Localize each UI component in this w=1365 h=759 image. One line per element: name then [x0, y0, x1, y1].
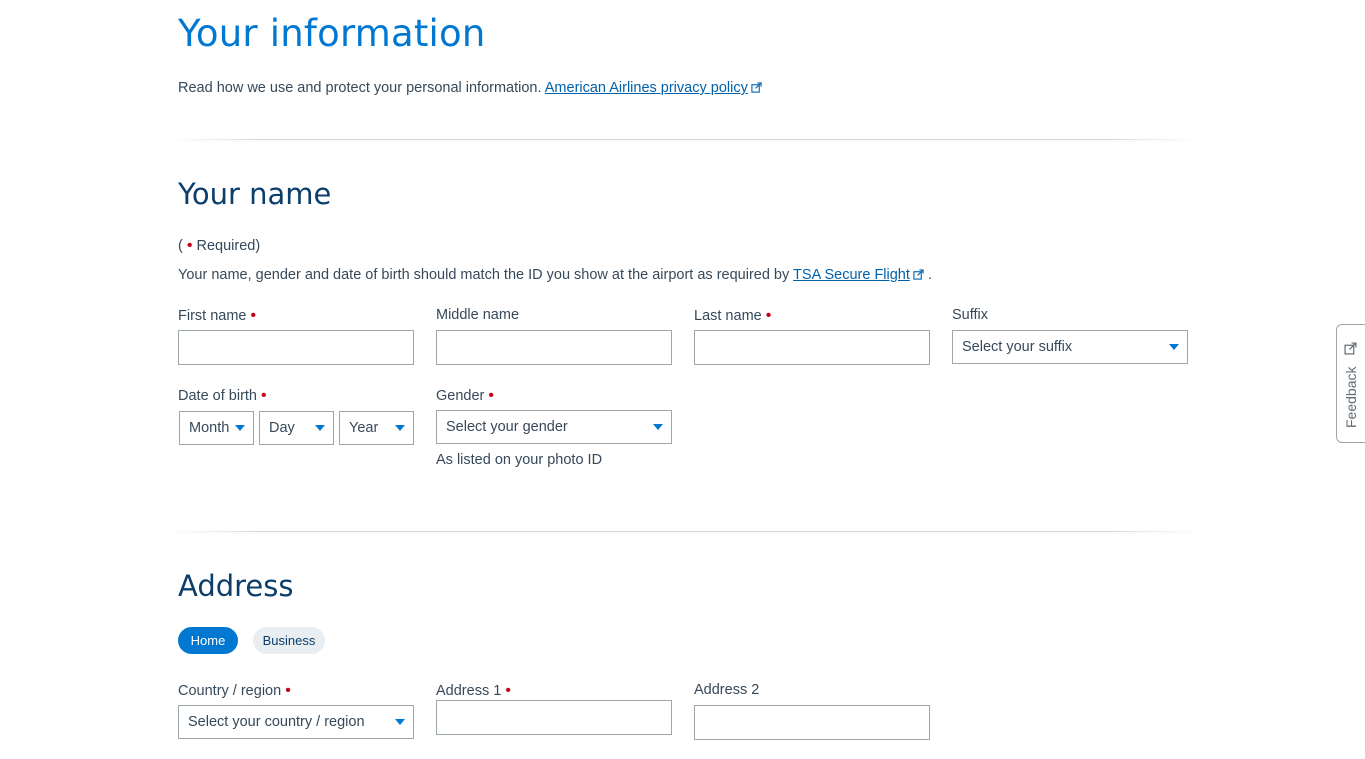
chevron-down-icon: [395, 425, 405, 431]
your-name-heading: Your name: [178, 177, 332, 211]
privacy-note: Read how we use and protect your persona…: [178, 80, 762, 96]
chevron-down-icon: [315, 425, 325, 431]
section-divider: [178, 531, 1190, 532]
dob-month-value: Month: [189, 420, 230, 436]
required-open: (: [178, 238, 183, 254]
privacy-text: Read how we use and protect your persona…: [178, 80, 542, 96]
page-title: Your information: [178, 12, 486, 55]
id-match-note: Your name, gender and date of birth shou…: [178, 267, 932, 283]
gender-label-text: Gender: [436, 388, 485, 404]
gender-label: Gender •: [436, 387, 494, 405]
first-name-input[interactable]: [178, 330, 414, 365]
external-link-icon: [1344, 342, 1357, 355]
required-dot: •: [250, 307, 257, 324]
privacy-policy-link[interactable]: American Airlines privacy policy: [545, 80, 762, 96]
first-name-label-text: First name: [178, 308, 247, 324]
middle-name-input[interactable]: [436, 330, 672, 365]
address2-input[interactable]: [694, 705, 930, 740]
dob-day-value: Day: [269, 420, 295, 436]
gender-hint: As listed on your photo ID: [436, 452, 603, 468]
dob-day-select[interactable]: Day: [259, 411, 334, 445]
country-label-text: Country / region: [178, 683, 282, 699]
privacy-link-text: American Airlines privacy policy: [544, 80, 748, 96]
suffix-select[interactable]: Select your suffix: [952, 330, 1188, 364]
address1-input[interactable]: [436, 700, 672, 735]
tab-home[interactable]: Home: [178, 627, 238, 654]
date-of-birth-label: Date of birth •: [178, 387, 267, 405]
country-select-value: Select your country / region: [188, 714, 365, 730]
section-divider: [178, 139, 1190, 140]
suffix-label: Suffix: [952, 307, 989, 323]
last-name-label-text: Last name: [694, 308, 762, 324]
address-heading: Address: [178, 569, 294, 603]
external-link-icon: [913, 269, 924, 280]
middle-name-label: Middle name: [436, 307, 520, 323]
required-dot: •: [285, 682, 291, 699]
id-match-end: .: [927, 267, 932, 283]
last-name-label: Last name •: [694, 307, 771, 325]
last-name-input[interactable]: [694, 330, 930, 365]
address1-label: Address 1 •: [436, 682, 511, 700]
id-match-text: Your name, gender and date of birth shou…: [178, 267, 790, 283]
tsa-secure-flight-link[interactable]: TSA Secure Flight: [793, 267, 924, 283]
gender-select[interactable]: Select your gender: [436, 410, 672, 444]
country-region-select[interactable]: Select your country / region: [178, 705, 414, 739]
external-link-icon: [751, 82, 762, 93]
gender-select-value: Select your gender: [446, 419, 568, 435]
required-dot: •: [488, 387, 495, 404]
chevron-down-icon: [235, 425, 245, 431]
required-dot: •: [505, 682, 511, 699]
dob-year-select[interactable]: Year: [339, 411, 414, 445]
dob-month-select[interactable]: Month: [179, 411, 254, 445]
required-dot: •: [261, 387, 267, 404]
tab-business[interactable]: Business: [253, 627, 325, 654]
chevron-down-icon: [1169, 344, 1179, 350]
dob-label-text: Date of birth: [178, 388, 257, 404]
feedback-label[interactable]: Feedback: [1343, 367, 1359, 428]
address2-label: Address 2: [694, 682, 760, 698]
chevron-down-icon: [395, 719, 405, 725]
required-dot: •: [765, 307, 772, 324]
first-name-label: First name •: [178, 307, 256, 325]
suffix-select-value: Select your suffix: [962, 339, 1073, 355]
required-text: Required): [196, 238, 261, 254]
required-dot: •: [186, 237, 193, 254]
country-region-label: Country / region •: [178, 682, 291, 700]
chevron-down-icon: [653, 424, 663, 430]
dob-year-value: Year: [349, 420, 379, 436]
required-note: ( • Required): [178, 237, 260, 255]
tsa-link-text: TSA Secure Flight: [793, 267, 910, 283]
address1-label-text: Address 1: [436, 683, 502, 699]
